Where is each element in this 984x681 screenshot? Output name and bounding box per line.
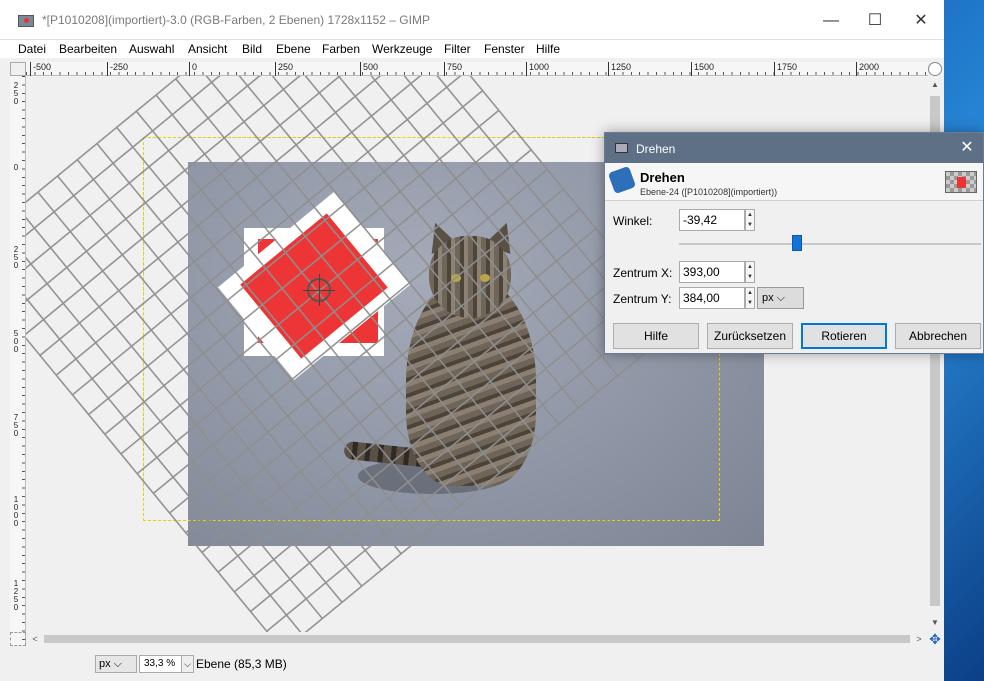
menu-ebene[interactable]: Ebene [276,42,311,56]
scroll-right-arrow-icon[interactable]: > [912,632,926,646]
menu-hilfe[interactable]: Hilfe [536,42,560,56]
angle-slider-handle[interactable] [791,235,802,251]
hruler-tick: -250 [107,62,128,76]
vruler-tick: 750 [13,413,19,438]
gimp-app-icon [615,143,628,153]
center-unit-value: px [762,292,774,304]
layer-thumbnail [945,171,977,193]
menu-bild[interactable]: Bild [242,42,262,56]
grid-line [71,76,467,396]
cancel-button[interactable]: Abbrechen [895,323,981,349]
minimize-button[interactable]: — [808,6,854,36]
horizontal-scrollbar[interactable]: < > [26,632,928,646]
unit-value: px [99,658,111,670]
dialog-heading: Drehen [640,170,685,185]
menu-auswahl[interactable]: Auswahl [129,42,174,56]
quick-mask-toggle-icon[interactable] [10,632,26,646]
menu-bar: Datei Bearbeiten Auswahl Ansicht Bild Eb… [0,40,944,58]
vruler-tick: 250 [13,81,19,106]
grid-line [233,267,629,593]
vertical-ruler[interactable]: 250 0 250 500 750 1000 1250 [10,76,26,646]
vruler-tick: 250 [13,245,19,270]
menu-filter[interactable]: Filter [444,42,471,56]
vruler-tick: 0 [13,163,19,172]
vruler-tick: 500 [13,329,19,354]
hruler-tick: 0 [189,62,197,76]
reset-button[interactable]: Zurücksetzen [707,323,793,349]
dialog-header: Drehen Ebene-24 ([P1010208](importiert)) [605,163,983,201]
menu-bearbeiten[interactable]: Bearbeiten [59,42,117,56]
center-unit-select[interactable]: px ⌵ [757,287,804,309]
status-bar: px ⌵ 33,3 % ⌵ Ebene (85,3 MB) [0,648,944,681]
center-y-input[interactable]: 384,00 [679,287,745,309]
grid-line [250,287,646,613]
hruler-tick: 250 [275,62,293,76]
dialog-title: Drehen [636,142,676,156]
vruler-tick: 1000 [13,495,19,528]
hruler-tick: -500 [30,62,51,76]
menu-datei[interactable]: Datei [18,42,46,56]
center-x-input[interactable]: 393,00 [679,261,745,283]
angle-input[interactable]: -39,42 [679,209,745,231]
ruler-corner-menu-button[interactable] [10,62,26,76]
grid-line [266,306,662,632]
close-button[interactable]: ✕ [898,6,944,36]
horizontal-ruler[interactable]: -500 -250 0 250 500 750 1000 1250 1500 1… [26,62,928,76]
menu-farben[interactable]: Farben [322,42,360,56]
vruler-tick: 1250 [13,579,19,612]
center-x-spin-arrows-icon[interactable]: ▲ ▼ [745,261,755,283]
title-bar: *[P1010208](importiert)-3.0 (RGB-Farben,… [0,0,944,40]
menu-ansicht[interactable]: Ansicht [188,42,227,56]
dialog-close-button[interactable]: ✕ [957,138,977,158]
hruler-tick: 1750 [774,62,797,76]
grid-line [253,76,580,409]
hruler-tick: 1000 [526,62,549,76]
gimp-app-icon [18,15,34,27]
hruler-tick: 1250 [608,62,631,76]
center-y-spin-arrows-icon[interactable]: ▲ ▼ [745,287,755,309]
center-x-label: Zentrum X: [613,266,673,280]
horizontal-scroll-thumb[interactable] [44,635,910,643]
scroll-down-arrow-icon[interactable]: ▼ [928,616,942,630]
zoom-select[interactable]: 33,3 % ⌵ [139,655,194,673]
hruler-tick: 2000 [856,62,879,76]
dialog-subheading: Ebene-24 ([P1010208](importiert)) [640,187,778,197]
hruler-tick: 750 [444,62,462,76]
status-message: Ebene (85,3 MB) [196,657,287,671]
rotation-center-crosshair[interactable] [303,274,335,306]
grid-line [313,76,639,360]
zoom-image-icon[interactable] [928,62,942,76]
menu-werkzeuge[interactable]: Werkzeuge [372,42,432,56]
maximize-button[interactable]: ☐ [852,6,898,36]
rotate-tool-icon [607,165,637,195]
angle-slider-track[interactable] [679,243,981,245]
chevron-down-icon[interactable]: ⌵ [181,656,193,672]
scroll-left-arrow-icon[interactable]: < [28,632,42,646]
help-button[interactable]: Hilfe [613,323,699,349]
grid-line [282,326,678,632]
window-title: *[P1010208](importiert)-3.0 (RGB-Farben,… [42,13,430,27]
center-y-label: Zentrum Y: [613,292,672,306]
angle-label: Winkel: [613,214,653,228]
grid-line [26,76,403,317]
zoom-value: 33,3 % [144,658,176,669]
rotate-button[interactable]: Rotieren [801,323,887,349]
hruler-tick: 500 [360,62,378,76]
dialog-title-bar[interactable]: Drehen ✕ [605,133,983,163]
scroll-up-arrow-icon[interactable]: ▲ [928,78,942,92]
unit-select[interactable]: px ⌵ [95,655,137,673]
navigate-icon[interactable]: ✥ [928,632,942,646]
angle-spin-arrows-icon[interactable]: ▲ ▼ [745,209,755,231]
rotate-dialog: Drehen ✕ Drehen Ebene-24 ([P1010208](imp… [604,132,984,354]
menu-fenster[interactable]: Fenster [484,42,525,56]
hruler-tick: 1500 [691,62,714,76]
